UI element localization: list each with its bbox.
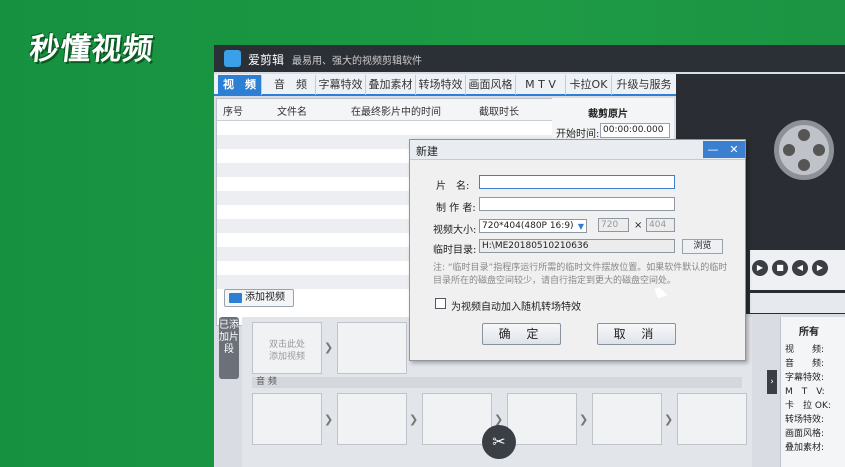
clip-slot[interactable] <box>252 393 322 445</box>
close-icon[interactable]: ✕ <box>723 141 745 158</box>
video-size-select[interactable]: 720*404(480P 16:9) ▼ <box>479 219 587 233</box>
new-project-dialog: 新建 — ✕ 片 名: 制 作 者: 视频大小: 720*404(480P 16… <box>409 139 746 361</box>
info-row-audio: 音 频: <box>785 359 825 369</box>
transition-arrow-icon: ❯ <box>664 413 674 426</box>
add-video-label: 添加视频 <box>245 292 285 303</box>
clip-slot[interactable] <box>507 393 577 445</box>
temp-dir-input[interactable]: H:\ME20180510210636 <box>479 239 675 253</box>
clip-slot[interactable] <box>592 393 662 445</box>
clip-slot[interactable] <box>677 393 747 445</box>
times-sign: × <box>634 220 643 231</box>
tab-transitions[interactable]: 转场特效 <box>416 75 466 95</box>
width-input: 720 <box>598 218 629 232</box>
video-size-label: 视频大小: <box>433 225 477 236</box>
video-size-value: 720*404(480P 16:9) <box>482 221 574 231</box>
start-time-input[interactable]: 00:00:00.000 <box>600 123 670 138</box>
random-transition-checkbox[interactable] <box>435 298 446 309</box>
preview-tools <box>750 293 845 313</box>
start-time-label: 开始时间: <box>556 129 600 140</box>
scissors-icon[interactable]: ✂ <box>482 425 516 459</box>
info-title: 所有 <box>799 327 819 338</box>
col-time: 在最终影片中的时间 <box>351 107 441 118</box>
player-controls: ▶ ■ ◀ ▶ <box>750 250 845 290</box>
info-row-karaoke: 卡 拉 OK: <box>785 401 831 411</box>
title-input[interactable] <box>479 175 675 189</box>
add-video-button[interactable]: 添加视频 <box>224 289 294 307</box>
transition-arrow-icon: ❯ <box>324 341 334 354</box>
tab-karaoke[interactable]: 卡拉OK <box>566 75 612 95</box>
transition-arrow-icon: ❯ <box>579 413 589 426</box>
title-bar: 爱剪辑 最易用、强大的视频剪辑软件 <box>214 45 845 72</box>
col-filename: 文件名 <box>277 107 307 118</box>
tab-audio[interactable]: 音 频 <box>266 75 316 95</box>
add-clip-text-1: 双击此处 <box>268 340 305 350</box>
clip-slot[interactable] <box>337 322 407 374</box>
info-row-video: 视 频: <box>785 345 825 355</box>
info-row-overlay: 叠加素材: <box>785 443 825 453</box>
audio-track-label: 音 频 <box>252 377 742 388</box>
dialog-title-bar: 新建 — ✕ <box>410 140 745 160</box>
tab-overlay[interactable]: 叠加素材 <box>366 75 416 95</box>
added-clips-tab[interactable]: 已添加片段 <box>219 317 239 379</box>
expand-panel-icon[interactable]: › <box>767 370 777 394</box>
tab-video[interactable]: 视 频 <box>218 75 262 95</box>
author-input[interactable] <box>479 197 675 211</box>
clip-slot[interactable] <box>337 393 407 445</box>
tab-mtv[interactable]: M T V <box>516 75 566 95</box>
col-index: 序号 <box>223 107 243 118</box>
crop-title: 裁剪原片 <box>588 109 628 120</box>
col-duration: 截取时长 <box>479 107 519 118</box>
author-label: 制 作 者: <box>436 203 476 214</box>
film-reel-icon <box>774 120 834 180</box>
tab-subtitle-effects[interactable]: 字幕特效 <box>316 75 366 95</box>
info-row-style: 画面风格: <box>785 429 825 439</box>
crop-panel: 裁剪原片 开始时间: 00:00:00.000 <box>552 98 674 144</box>
tab-upgrade[interactable]: 升级与服务 <box>612 75 676 95</box>
prev-frame-icon[interactable]: ◀ <box>792 260 808 276</box>
title-label: 片 名: <box>436 181 470 192</box>
play-icon[interactable]: ▶ <box>752 260 768 276</box>
dialog-title: 新建 <box>416 145 438 158</box>
app-name: 爱剪辑 <box>248 53 285 67</box>
temp-dir-note: 注: “临时目录”指程序运行所需的临时文件摆放位置。如果软件默认的临时目录所在的… <box>433 263 728 286</box>
minimize-icon[interactable]: — <box>703 141 723 158</box>
project-info-panel: 所有 视 频: 音 频: 字幕特效: M T V: 卡 拉 OK: 转场特效: … <box>780 317 845 467</box>
cancel-button[interactable]: 取 消 <box>597 323 676 345</box>
transition-arrow-icon: ❯ <box>324 413 334 426</box>
browse-button[interactable]: 浏览 <box>682 239 723 254</box>
next-frame-icon[interactable]: ▶ <box>812 260 828 276</box>
film-icon <box>229 293 242 303</box>
app-logo-icon <box>224 50 241 67</box>
add-clip-text-2: 添加视频 <box>268 352 305 362</box>
info-row-transition: 转场特效: <box>785 415 825 425</box>
info-row-subtitle: 字幕特效: <box>785 373 825 383</box>
tab-styles[interactable]: 画面风格 <box>466 75 516 95</box>
chevron-down-icon: ▼ <box>577 222 584 231</box>
random-transition-label: 为视频自动加入随机转场特效 <box>451 302 581 313</box>
temp-dir-label: 临时目录: <box>433 245 477 256</box>
info-row-mtv: M T V: <box>785 387 825 397</box>
ok-button[interactable]: 确 定 <box>482 323 561 345</box>
add-clip-slot[interactable]: 双击此处 添加视频 <box>252 322 322 374</box>
main-tabs: 视 频 音 频 字幕特效 叠加素材 转场特效 画面风格 M T V 卡拉OK 升… <box>214 74 676 96</box>
stop-icon[interactable]: ■ <box>772 260 788 276</box>
height-input: 404 <box>646 218 675 232</box>
watermark-logo: 秒懂视频 <box>27 32 156 67</box>
app-tagline: 最易用、强大的视频剪辑软件 <box>292 56 422 67</box>
transition-arrow-icon: ❯ <box>409 413 419 426</box>
